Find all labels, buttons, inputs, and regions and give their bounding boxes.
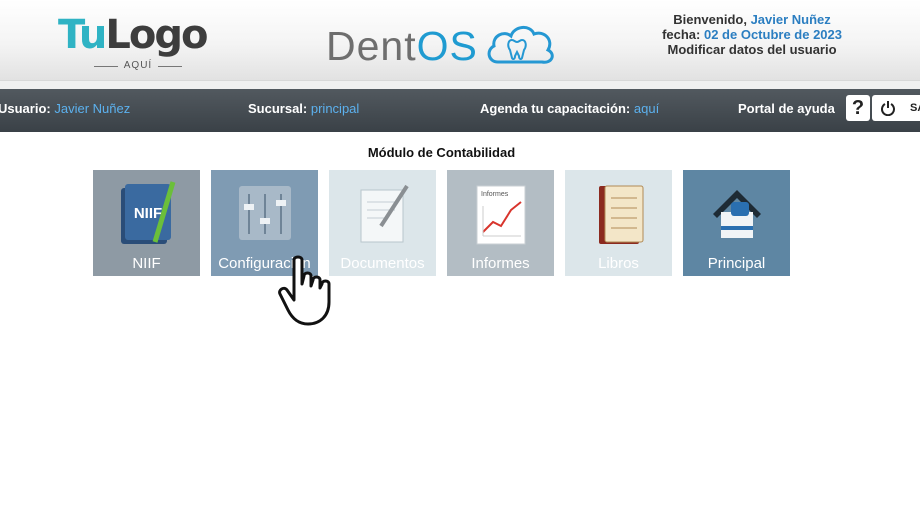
user-value: Javier Nuñez	[54, 101, 131, 116]
welcome-block: Bienvenido, Javier Nuñez fecha: 02 de Oc…	[662, 12, 842, 57]
svg-text:Informes: Informes	[481, 191, 509, 198]
date-value: 02 de Octubre de 2023	[703, 27, 842, 42]
top-header: TuLogo AQUÍ DentOS Bienvenido, Javier Nu…	[0, 0, 920, 80]
training-info: Agenda tu capacitación: aquí	[480, 101, 660, 116]
edit-user-link[interactable]: Modificar datos del usuario	[662, 42, 842, 57]
tile-libros[interactable]: Libros	[565, 170, 672, 276]
tile-label: Principal	[707, 255, 766, 272]
svg-text:NIIF: NIIF	[134, 205, 162, 222]
tile-label: Libros	[598, 255, 639, 272]
welcome-user-name: Javier Nuñez	[750, 12, 831, 27]
date-label: fecha:	[662, 27, 701, 42]
tile-principal[interactable]: Principal	[683, 170, 790, 276]
dentos-wordmark: DentOS	[326, 23, 478, 69]
tile-label: Documentos	[340, 255, 425, 272]
home-house-icon	[713, 190, 761, 238]
hand-pointer-cursor-icon	[278, 255, 331, 326]
training-link[interactable]: aquí	[634, 101, 659, 116]
tooth-cloud-icon	[487, 26, 554, 64]
tile-documentos[interactable]: Documentos	[329, 170, 436, 276]
greeting-label: Bienvenido,	[673, 12, 747, 27]
user-info: Usuario: Javier Nuñez	[0, 101, 131, 116]
tile-niif[interactable]: NIIF NIIF	[93, 170, 200, 276]
help-portal-label[interactable]: Portal de ayuda	[738, 101, 835, 116]
branch-value: principal	[310, 101, 360, 116]
module-title: Módulo de Contabilidad	[367, 145, 516, 160]
branch-info: Sucursal: principal	[248, 101, 360, 116]
configuration-sliders-icon	[239, 186, 291, 240]
user-bar: Usuario: Javier Nuñez Sucursal: principa…	[0, 89, 920, 132]
logo-wordmark: TuLogo	[58, 12, 208, 58]
help-button[interactable]: ?	[846, 95, 870, 121]
report-chart-icon: Informes	[476, 185, 526, 245]
tile-label: Informes	[471, 255, 530, 272]
exit-button[interactable]: SA	[872, 95, 920, 121]
power-icon	[881, 101, 895, 116]
ledger-book-icon	[599, 185, 644, 244]
exit-label: SA	[910, 102, 920, 114]
company-logo[interactable]: TuLogo AQUÍ	[58, 12, 220, 78]
niif-book-icon: NIIF	[121, 181, 176, 244]
tile-informes[interactable]: Informes Informes	[447, 170, 554, 276]
document-pen-icon	[360, 184, 409, 243]
logo-tagline: AQUÍ	[90, 60, 186, 71]
tile-label: NIIF	[132, 255, 161, 272]
